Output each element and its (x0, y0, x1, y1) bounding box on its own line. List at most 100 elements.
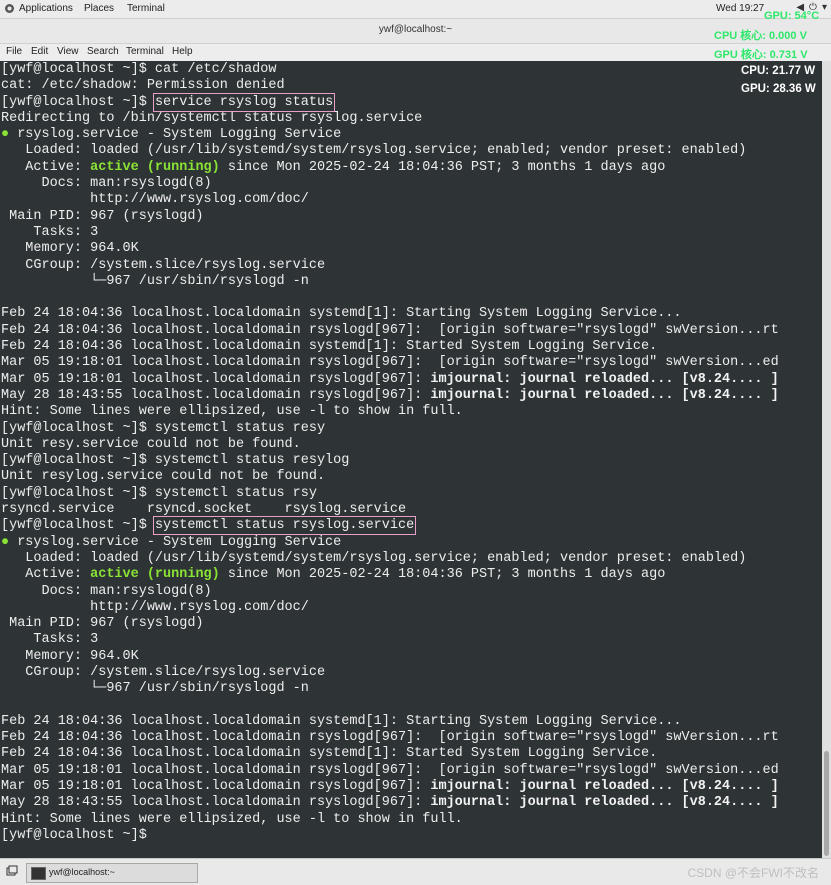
terminal-line: CGroup: /system.slice/rsyslog.service (1, 664, 326, 680)
terminal-text: active (running) (90, 159, 220, 175)
terminal-text: rsyslog.service - System Logging Service (9, 127, 342, 143)
terminal-text: since Mon 2025-02-24 18:04:36 PST; 3 mon… (219, 567, 666, 583)
terminal-line: ● rsyslog.service - System Logging Servi… (1, 127, 779, 143)
terminal-line: Active: active (running) since Mon 2025-… (1, 567, 779, 583)
terminal-line: Unit resylog.service could not be found. (1, 469, 326, 485)
menu-help[interactable]: Help (172, 46, 193, 57)
terminal-line: Feb 24 18:04:36 localhost.localdomain sy… (1, 306, 682, 322)
terminal-line: Mar 05 19:18:01 localhost.localdomain rs… (1, 779, 779, 795)
places-menu[interactable]: Places (84, 3, 114, 14)
terminal-text: rsyslog.service - System Logging Service (9, 534, 342, 550)
status-dot-icon: ● (1, 127, 10, 143)
terminal-text: May 28 18:43:55 localhost.localdomain rs… (1, 795, 431, 811)
terminal-line: http://www.rsyslog.com/doc/ (1, 192, 309, 208)
menu-terminal[interactable]: Terminal (126, 46, 164, 57)
overlay-cpu-core-voltage: CPU 核心: 0.000 V (714, 30, 807, 42)
terminal-line: Main PID: 967 (rsyslogd) (1, 208, 204, 224)
menu-edit[interactable]: Edit (31, 46, 48, 57)
terminal-line: Active: active (running) since Mon 2025-… (1, 160, 779, 176)
overlay-gpu-temp: GPU: 54°C (764, 10, 820, 22)
terminal-text: imjournal: journal reloaded... [v8.24...… (430, 779, 779, 795)
terminal-line: Unit resy.service could not be found. (1, 436, 301, 452)
terminal-line: Mar 05 19:18:01 localhost.localdomain rs… (1, 762, 779, 778)
menu-search[interactable]: Search (87, 46, 119, 57)
terminal-line: May 28 18:43:55 localhost.localdomain rs… (1, 795, 779, 811)
terminal-line: Mar 05 19:18:01 localhost.localdomain rs… (1, 355, 779, 371)
terminal-line: [ywf@localhost ~]$ systemctl status rsy (1, 485, 317, 501)
terminal-text: May 28 18:43:55 localhost.localdomain rs… (1, 387, 431, 403)
terminal-line: └─967 /usr/sbin/rsyslogd -n (1, 273, 309, 289)
window-title: ywf@localhost:~ (378, 24, 453, 35)
terminal-line: May 28 18:43:55 localhost.localdomain rs… (1, 388, 779, 404)
terminal-line: Hint: Some lines were ellipsized, use -l… (1, 811, 463, 827)
overlay-gpu-power: GPU: 28.36 W (741, 83, 816, 95)
terminal-line: [ywf@localhost ~]$ cat /etc/shadow (1, 62, 277, 77)
show-desktop-icon[interactable] (6, 865, 18, 877)
terminal-text: Mar 05 19:18:01 localhost.localdomain rs… (1, 779, 431, 795)
terminal-line: Main PID: 967 (rsyslogd) (1, 616, 204, 632)
terminal-line: Loaded: loaded (/usr/lib/systemd/system/… (1, 550, 747, 566)
terminal-text: imjournal: journal reloaded... [v8.24...… (430, 795, 779, 811)
terminal-line: Tasks: 3 (1, 632, 99, 648)
terminal-line: Feb 24 18:04:36 localhost.localdomain sy… (1, 713, 682, 729)
terminal-text: imjournal: journal reloaded... [v8.24...… (430, 387, 779, 403)
scrollbar-thumb[interactable] (824, 751, 829, 856)
terminal-line: └─967 /usr/sbin/rsyslogd -n (1, 681, 309, 697)
terminal-line: [ywf@localhost ~]$ systemctl status rsys… (1, 516, 779, 536)
terminal-line: Docs: man:rsyslogd(8) (1, 176, 212, 192)
terminal-output[interactable]: [ywf@localhost ~]$ cat /etc/shadow cat: /… (0, 61, 822, 858)
terminal-line: [ywf@localhost ~]$ systemctl status resy… (1, 453, 350, 469)
status-dot-icon: ● (1, 534, 10, 550)
highlighted-command: service rsyslog status (152, 92, 336, 112)
terminal-lines: [ywf@localhost ~]$ cat /etc/shadow cat: /… (1, 62, 779, 844)
highlighted-command: systemctl status rsyslog.service (152, 516, 417, 536)
menu-file[interactable]: File (6, 46, 22, 57)
taskbar: ywf@localhost:~ CSDN @不会FWI不改名 (0, 858, 831, 885)
terminal-line: Feb 24 18:04:36 localhost.localdomain rs… (1, 730, 779, 746)
terminal-line: rsyncd.service rsyncd.socket rsyslog.ser… (1, 502, 407, 518)
terminal-line: ● rsyslog.service - System Logging Servi… (1, 535, 779, 551)
top-panel: Applications Places Terminal Wed 19:27 ◀… (0, 0, 831, 19)
terminal-text: imjournal: journal reloaded... [v8.24...… (430, 371, 779, 387)
applications-menu[interactable]: Applications (19, 3, 73, 14)
terminal-line: Redirecting to /bin/systemctl status rsy… (1, 110, 423, 126)
menu-view[interactable]: View (57, 46, 79, 57)
applications-icon[interactable] (4, 3, 15, 14)
terminal-line: Loaded: loaded (/usr/lib/systemd/system/… (1, 143, 747, 159)
terminal-line: Docs: man:rsyslogd(8) (1, 583, 212, 599)
terminal-text: Active: (1, 159, 91, 175)
terminal-line: [ywf@localhost ~]$ (1, 827, 155, 843)
terminal-text: since Mon 2025-02-24 18:04:36 PST; 3 mon… (219, 159, 666, 175)
overlay-cpu-power: CPU: 21.77 W (741, 65, 816, 77)
terminal-line: Feb 24 18:04:36 localhost.localdomain rs… (1, 322, 779, 338)
terminal-line: cat: /etc/shadow: Permission denied (1, 78, 285, 94)
terminal-line: Feb 24 18:04:36 localhost.localdomain sy… (1, 339, 658, 355)
terminal-icon (31, 867, 46, 880)
terminal-text: Active: (1, 567, 91, 583)
watermark: CSDN @不会FWI不改名 (687, 866, 819, 880)
taskbar-window-button[interactable]: ywf@localhost:~ (26, 863, 198, 883)
overlay-gpu-core-voltage: GPU 核心: 0.731 V (714, 49, 808, 61)
terminal-text: active (running) (90, 567, 220, 583)
taskbar-window-label: ywf@localhost:~ (49, 867, 115, 877)
terminal-line: Mar 05 19:18:01 localhost.localdomain rs… (1, 372, 779, 388)
scrollbar[interactable] (822, 61, 831, 858)
terminal-line: [ywf@localhost ~]$ service rsyslog statu… (1, 92, 779, 112)
terminal-app-menu[interactable]: Terminal (127, 3, 165, 14)
terminal-line: Feb 24 18:04:36 localhost.localdomain sy… (1, 746, 658, 762)
terminal-text: [ywf@localhost ~]$ (1, 94, 155, 110)
terminal-line: Memory: 964.0K (1, 648, 139, 664)
terminal-line: CGroup: /system.slice/rsyslog.service (1, 257, 326, 273)
terminal-line: Tasks: 3 (1, 224, 99, 240)
terminal-line: http://www.rsyslog.com/doc/ (1, 599, 309, 615)
terminal-text: Mar 05 19:18:01 localhost.localdomain rs… (1, 371, 431, 387)
terminal-line: Memory: 964.0K (1, 241, 139, 257)
window-titlebar[interactable]: ywf@localhost:~ (0, 19, 831, 44)
terminal-line: Hint: Some lines were ellipsized, use -l… (1, 404, 463, 420)
terminal-line: [ywf@localhost ~]$ systemctl status resy (1, 420, 326, 436)
menu-bar: File Edit View Search Terminal Help (0, 44, 831, 62)
clock[interactable]: Wed 19:27 (716, 3, 764, 14)
chevron-down-icon[interactable]: ▾ (822, 2, 827, 13)
